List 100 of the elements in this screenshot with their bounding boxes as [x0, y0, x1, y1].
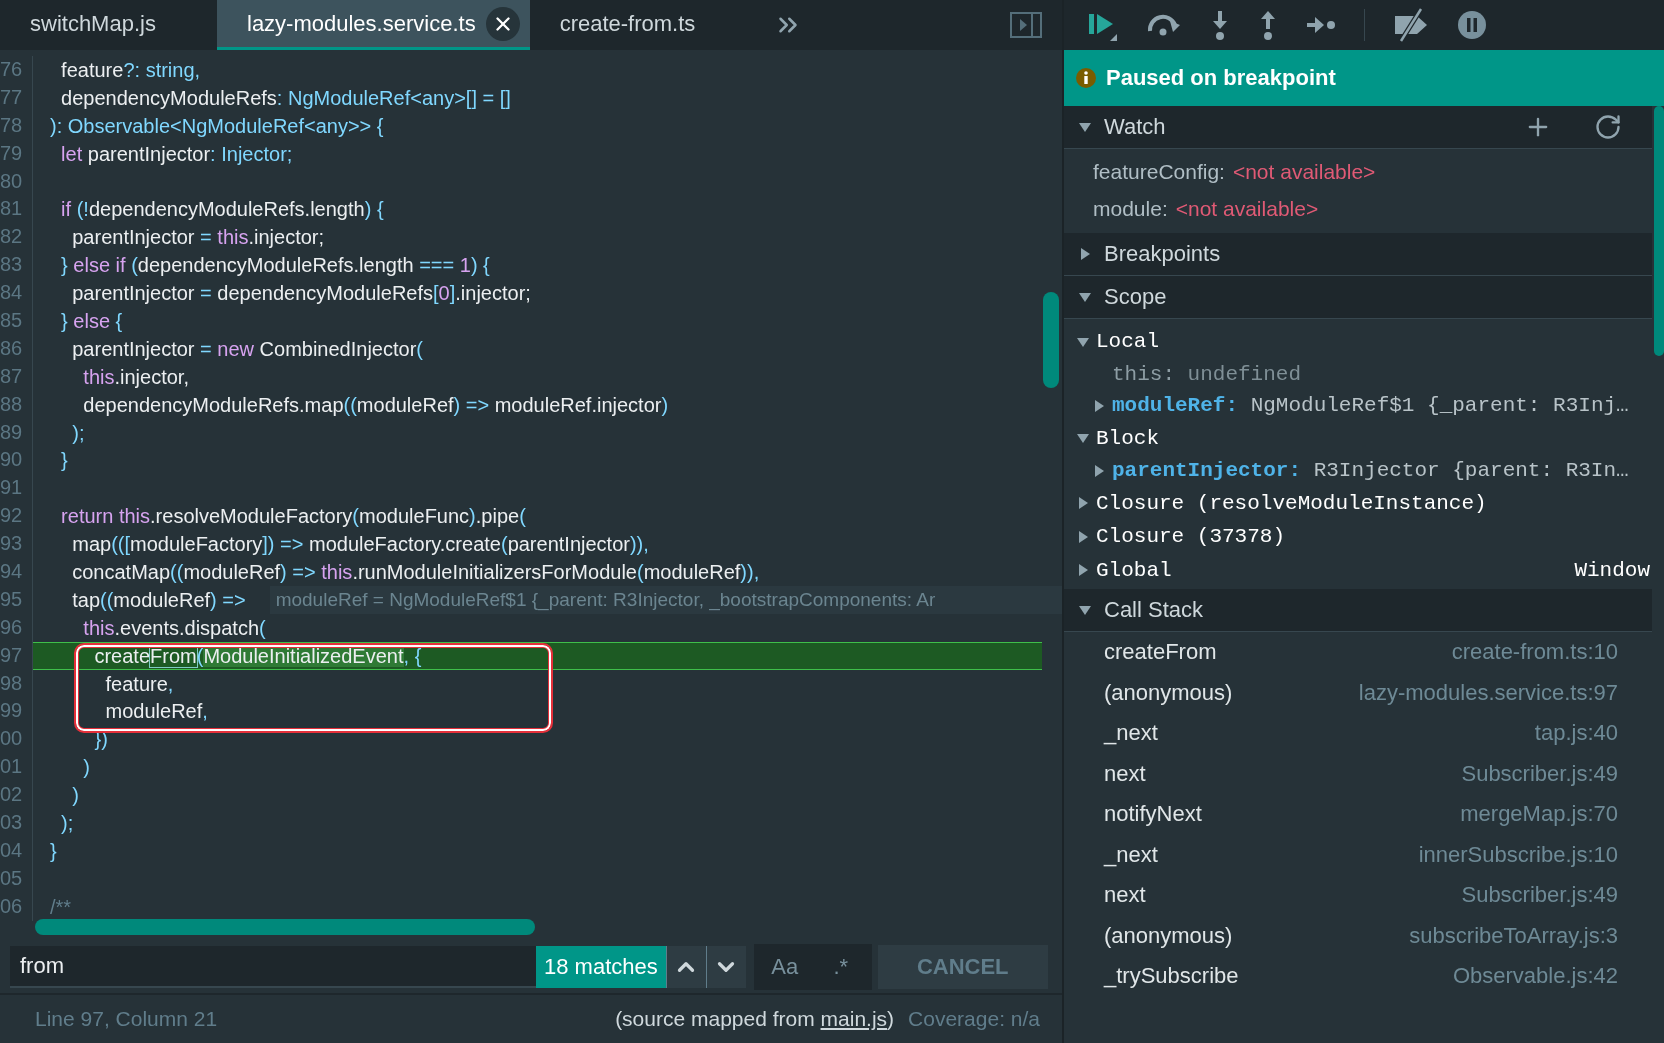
- file-tab[interactable]: switchMap.js: [0, 0, 217, 50]
- frame-location[interactable]: tap.js:40: [1534, 720, 1618, 747]
- info-icon: [1076, 68, 1096, 88]
- line-number: 86: [0, 334, 33, 363]
- banner-text: Paused on breakpoint: [1106, 65, 1336, 91]
- source-link[interactable]: main.js: [820, 1007, 888, 1030]
- line-number: 95: [0, 585, 33, 614]
- code-line: moduleRef,: [104, 699, 209, 725]
- frame-location[interactable]: create-from.ts:10: [1451, 639, 1618, 666]
- inline-value: moduleRef = NgModuleRef$1 {_parent: R3Injector, _bootstrapComponents: Ar: [269, 585, 1062, 614]
- line-number: 85: [0, 307, 33, 335]
- scope-name: Global: [1096, 558, 1172, 582]
- pause-icon[interactable]: [1457, 10, 1487, 40]
- frame-location[interactable]: innerSubscribe.js:10: [1418, 841, 1618, 868]
- frame-function[interactable]: _trySubscribe: [1104, 963, 1239, 990]
- line-number: 05: [0, 864, 33, 893]
- frame-function[interactable]: notifyNext: [1104, 801, 1202, 828]
- line-number: 80: [0, 167, 33, 196]
- frame-location[interactable]: subscribeToArray.js:3: [1409, 922, 1618, 949]
- frame-function[interactable]: next: [1104, 760, 1146, 787]
- close-icon[interactable]: [485, 6, 520, 41]
- scope-name: Closure (37378): [1096, 525, 1286, 549]
- code-line: this.injector,: [82, 364, 190, 390]
- scrollbar-thumb[interactable]: [1654, 106, 1664, 356]
- watch-value: <not available>: [1175, 196, 1319, 221]
- code-line: parentInjector = this.injector;: [71, 225, 326, 251]
- file-tab[interactable]: lazy-modules.service.ts: [217, 0, 530, 50]
- line-number: 93: [0, 530, 33, 559]
- code-line: }: [60, 448, 69, 474]
- frame-location[interactable]: Observable.js:42: [1452, 963, 1618, 990]
- section-title: Watch: [1104, 114, 1167, 140]
- coverage-label: Coverage: n/a: [908, 1007, 1040, 1031]
- frame-function[interactable]: _next: [1104, 720, 1158, 747]
- code-line: dependencyModuleRefs.map((moduleRef) => moduleRef.injector): [82, 392, 670, 418]
- collapsed-icon[interactable]: [1092, 398, 1106, 413]
- section-title: Breakpoints: [1104, 241, 1222, 267]
- code-line: ): Observable<NgModuleRef<any>> {: [49, 113, 385, 139]
- line-number: 82: [0, 223, 33, 252]
- code-line: /**: [49, 894, 73, 920]
- collapsed-icon[interactable]: [1092, 463, 1106, 478]
- code-line: );: [71, 420, 86, 446]
- step-into-icon[interactable]: [1210, 9, 1230, 41]
- frame-location[interactable]: mergeMap.js:70: [1460, 801, 1618, 828]
- refresh-icon[interactable]: [1594, 113, 1622, 141]
- frame-function[interactable]: createFrom: [1104, 639, 1217, 666]
- collapsed-icon[interactable]: [1076, 563, 1090, 578]
- section-header[interactable]: Call Stack: [1064, 589, 1652, 632]
- code-line: );: [60, 811, 75, 837]
- scrollbar-thumb[interactable]: [35, 919, 535, 935]
- frame-function[interactable]: next: [1104, 882, 1146, 909]
- line-number: 79: [0, 139, 33, 168]
- watch-expression: featureConfig:: [1093, 159, 1225, 184]
- collapsed-icon[interactable]: [1076, 496, 1090, 511]
- scope-name: Local: [1096, 330, 1159, 354]
- code-line: concatMap((moduleRef) => this.runModuleInitializersForModule(moduleRef)),: [71, 560, 761, 586]
- scope-value: NgModuleRef$1 {_parent: R3Inj…: [1250, 394, 1629, 418]
- line-number: 99: [0, 697, 33, 726]
- line-number: 84: [0, 279, 33, 307]
- code-line: ): [82, 755, 91, 781]
- deactivate-breakpoints-icon[interactable]: [1393, 8, 1429, 42]
- step-over-icon[interactable]: [1146, 13, 1182, 37]
- frame-function[interactable]: (anonymous): [1104, 679, 1233, 706]
- step-out-icon[interactable]: [1258, 9, 1278, 41]
- search-option-toggle[interactable]: .*: [815, 948, 866, 986]
- scrollbar-thumb[interactable]: [1043, 292, 1059, 388]
- line-number: 92: [0, 502, 33, 531]
- frame-function[interactable]: (anonymous): [1104, 922, 1233, 949]
- watch-expression: module:: [1093, 196, 1168, 221]
- frame-function[interactable]: _next: [1104, 841, 1158, 868]
- sidebar-toggle-icon[interactable]: [1010, 12, 1042, 38]
- code-line: map(([moduleFactory]) => moduleFactory.create(parentInjector)),: [71, 532, 650, 558]
- line-number: 03: [0, 809, 33, 837]
- step-icon[interactable]: [1306, 15, 1336, 35]
- scope-value: Window: [1574, 558, 1650, 582]
- watch-value: <not available>: [1232, 159, 1376, 184]
- section-header[interactable]: Watch: [1064, 106, 1652, 149]
- frame-location[interactable]: Subscriber.js:49: [1461, 882, 1618, 909]
- line-number: 98: [0, 669, 33, 698]
- code-line: dependencyModuleRefs: NgModuleRef<any>[] = []: [60, 85, 512, 111]
- file-tab[interactable]: create-from.ts: [529, 0, 747, 50]
- code-line: parentInjector = dependencyModuleRefs[0].injector;: [71, 281, 532, 307]
- line-number: 87: [0, 362, 33, 391]
- previous-match-button[interactable]: [665, 946, 706, 988]
- line-number: 94: [0, 558, 33, 586]
- code-line: this.events.dispatch(: [82, 615, 267, 641]
- scope-name: moduleRef:: [1112, 394, 1239, 418]
- tab-label: create-from.ts: [559, 10, 696, 37]
- section-header[interactable]: Scope: [1064, 276, 1652, 319]
- scope-value: undefined: [1187, 362, 1302, 386]
- search-field[interactable]: from: [10, 946, 536, 988]
- frame-location[interactable]: lazy-modules.service.ts:97: [1358, 679, 1618, 706]
- frame-location[interactable]: Subscriber.js:49: [1461, 760, 1618, 787]
- line-number: 00: [0, 725, 33, 754]
- section-header[interactable]: Breakpoints: [1064, 233, 1652, 276]
- collapsed-icon[interactable]: [1076, 529, 1090, 544]
- line-number: 78: [0, 111, 33, 140]
- next-match-button[interactable]: [705, 946, 746, 988]
- line-number: 96: [0, 613, 33, 642]
- line-number: 04: [0, 836, 33, 865]
- search-option-toggle[interactable]: Aa: [759, 948, 810, 986]
